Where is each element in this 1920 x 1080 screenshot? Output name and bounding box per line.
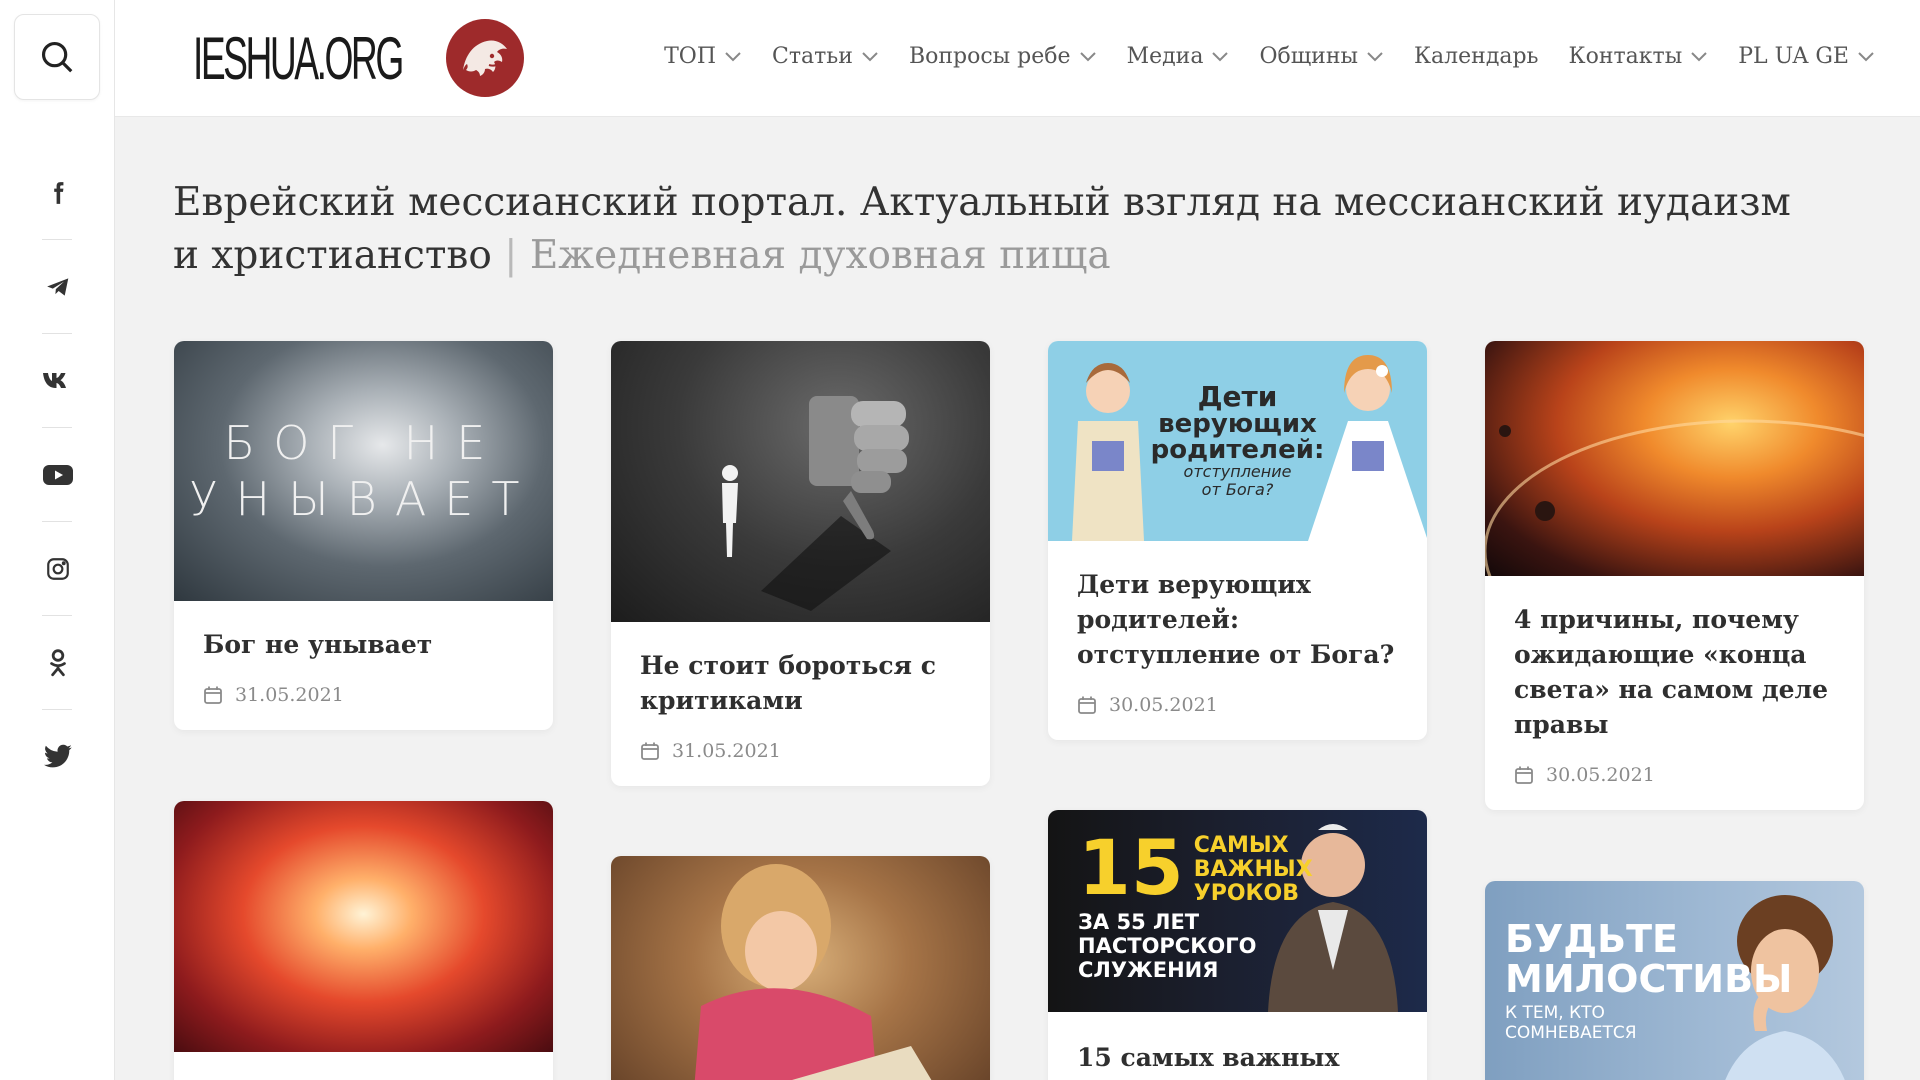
main-nav: ТОП Статьи Вопросы ребе Медиа Общины Кал…	[634, 0, 1875, 112]
girl-reading-illustration	[694, 864, 932, 1080]
facebook-icon	[53, 182, 63, 204]
image-caption-line: 15	[1078, 823, 1184, 912]
lion-logo-icon	[446, 19, 524, 97]
vk-icon	[42, 373, 66, 388]
odnoklassniki-icon	[49, 649, 66, 677]
article-image[interactable]	[611, 341, 990, 622]
nav-item-communities[interactable]: Общины	[1259, 44, 1384, 69]
chevron-down-icon	[1212, 52, 1229, 62]
image-caption-line: К ТЕМ, КТО	[1505, 1003, 1605, 1023]
social-twitter[interactable]	[0, 710, 115, 804]
twitter-icon	[43, 744, 72, 768]
title-separator: |	[504, 233, 518, 278]
image-caption-line: Дети	[1197, 380, 1278, 413]
article-date: 30.05.2021	[1514, 764, 1835, 786]
image-caption-line: отступление	[1183, 462, 1292, 481]
image-caption-line: СЛУЖЕНИЯ	[1078, 958, 1219, 982]
nav-item-rebbe-questions[interactable]: Вопросы ребе	[909, 44, 1097, 69]
calendar-icon	[204, 686, 222, 704]
article-image[interactable]	[611, 856, 990, 1080]
article-date: 31.05.2021	[203, 684, 524, 706]
article-image[interactable]: 15 САМЫХ ВАЖНЫХ УРОКОВ ЗА 55 ЛЕТ ПАСТОРС…	[1048, 810, 1427, 1012]
image-caption-line: от Бога?	[1201, 480, 1274, 499]
nav-item-articles[interactable]: Статьи	[772, 44, 879, 69]
article-title[interactable]: 4 причины, почему ожидающие «конца света…	[1514, 602, 1835, 742]
search-button[interactable]	[14, 14, 100, 100]
chevron-down-icon	[1691, 52, 1707, 62]
social-vk[interactable]	[0, 334, 115, 428]
article-card[interactable]: БУДЬТЕ МИЛОСТИВЫ К ТЕМ, КТО СОМНЕВАЕТСЯ	[1485, 881, 1864, 1080]
nav-item-contacts[interactable]: Контакты	[1569, 44, 1709, 69]
image-caption-line: БУДЬТЕ	[1505, 917, 1678, 961]
nav-item-calendar[interactable]: Календарь	[1414, 44, 1539, 69]
chevron-down-icon	[1079, 52, 1096, 62]
youtube-icon	[42, 465, 73, 485]
site-logo[interactable]: IESHUA.ORG	[193, 18, 524, 98]
social-links	[0, 146, 115, 804]
article-card[interactable]: БОГ НЕ УНЫВАЕТ Бог не унывает 31.05.2021	[174, 341, 553, 730]
social-telegram[interactable]	[0, 240, 115, 334]
image-caption-line: БОГ НЕ	[223, 416, 504, 470]
top-header: IESHUA.ORG ТОП Статьи Вопросы ребе Медиа…	[115, 0, 1920, 117]
article-card[interactable]: 4 причины, почему ожидающие «конца света…	[1485, 341, 1864, 810]
image-caption-line: ВАЖНЫХ	[1193, 857, 1313, 882]
chevron-down-icon	[862, 52, 878, 62]
image-caption-line: ПАСТОРСКОГО	[1078, 934, 1257, 958]
image-caption-line: МИЛОСТИВЫ	[1505, 957, 1793, 1001]
article-date: 30.05.2021	[1077, 694, 1398, 716]
image-caption-line: родителей:	[1150, 435, 1325, 465]
logo-text: IESHUA.ORG	[193, 24, 404, 92]
page-title: Еврейский мессианский портал. Актуальный…	[173, 176, 1793, 282]
social-odnoklassniki[interactable]	[0, 616, 115, 710]
calendar-icon	[641, 742, 659, 760]
chevron-down-icon	[725, 52, 741, 62]
social-instagram[interactable]	[0, 522, 115, 616]
image-caption-line: УНЫВАЕТ	[189, 472, 538, 526]
chevron-down-icon	[1367, 52, 1383, 62]
calendar-icon	[1078, 696, 1096, 714]
article-image[interactable]: Дети верующих родителей: отступление от …	[1048, 341, 1427, 541]
planet-illustration	[1485, 419, 1864, 576]
article-title[interactable]: Дети верующих родителей: отступление от …	[1077, 567, 1398, 672]
article-card[interactable]: Дети верующих родителей: отступление от …	[1048, 341, 1427, 740]
nav-item-top[interactable]: ТОП	[664, 44, 742, 69]
nav-item-languages[interactable]: PL UA GE	[1738, 44, 1875, 69]
article-card[interactable]	[174, 801, 553, 1080]
article-title[interactable]: 15 самых важных	[1077, 1040, 1398, 1075]
calendar-icon	[1515, 766, 1533, 784]
article-card[interactable]	[611, 856, 990, 1080]
nav-item-media[interactable]: Медиа	[1127, 44, 1230, 69]
article-card[interactable]: Не стоит бороться с критиками 31.05.2021	[611, 341, 990, 786]
image-caption-line: САМЫХ	[1193, 833, 1289, 858]
article-image[interactable]: БОГ НЕ УНЫВАЕТ	[174, 341, 553, 601]
search-icon	[41, 41, 73, 73]
image-caption-line: УРОКОВ	[1193, 881, 1300, 906]
article-image[interactable]	[174, 801, 553, 1052]
image-caption-line: СОМНЕВАЕТСЯ	[1505, 1023, 1637, 1043]
article-image[interactable]	[1485, 341, 1864, 576]
article-card[interactable]: 15 САМЫХ ВАЖНЫХ УРОКОВ ЗА 55 ЛЕТ ПАСТОРС…	[1048, 810, 1427, 1080]
article-title[interactable]: Не стоит бороться с критиками	[640, 648, 961, 718]
left-rail	[0, 0, 115, 1080]
article-title[interactable]: Бог не унывает	[203, 627, 524, 662]
image-caption-line: ЗА 55 ЛЕТ	[1078, 910, 1200, 934]
telegram-icon	[46, 278, 68, 296]
social-youtube[interactable]	[0, 428, 115, 522]
instagram-icon	[46, 558, 69, 580]
article-date: 31.05.2021	[640, 740, 961, 762]
page-subtitle: Ежедневная духовная пища	[529, 233, 1111, 278]
chevron-down-icon	[1858, 52, 1874, 62]
image-caption-line: верующих	[1158, 409, 1317, 439]
social-facebook[interactable]	[0, 146, 115, 240]
thumbs-down-illustration	[722, 396, 909, 611]
article-image[interactable]: БУДЬТЕ МИЛОСТИВЫ К ТЕМ, КТО СОМНЕВАЕТСЯ	[1485, 881, 1864, 1080]
